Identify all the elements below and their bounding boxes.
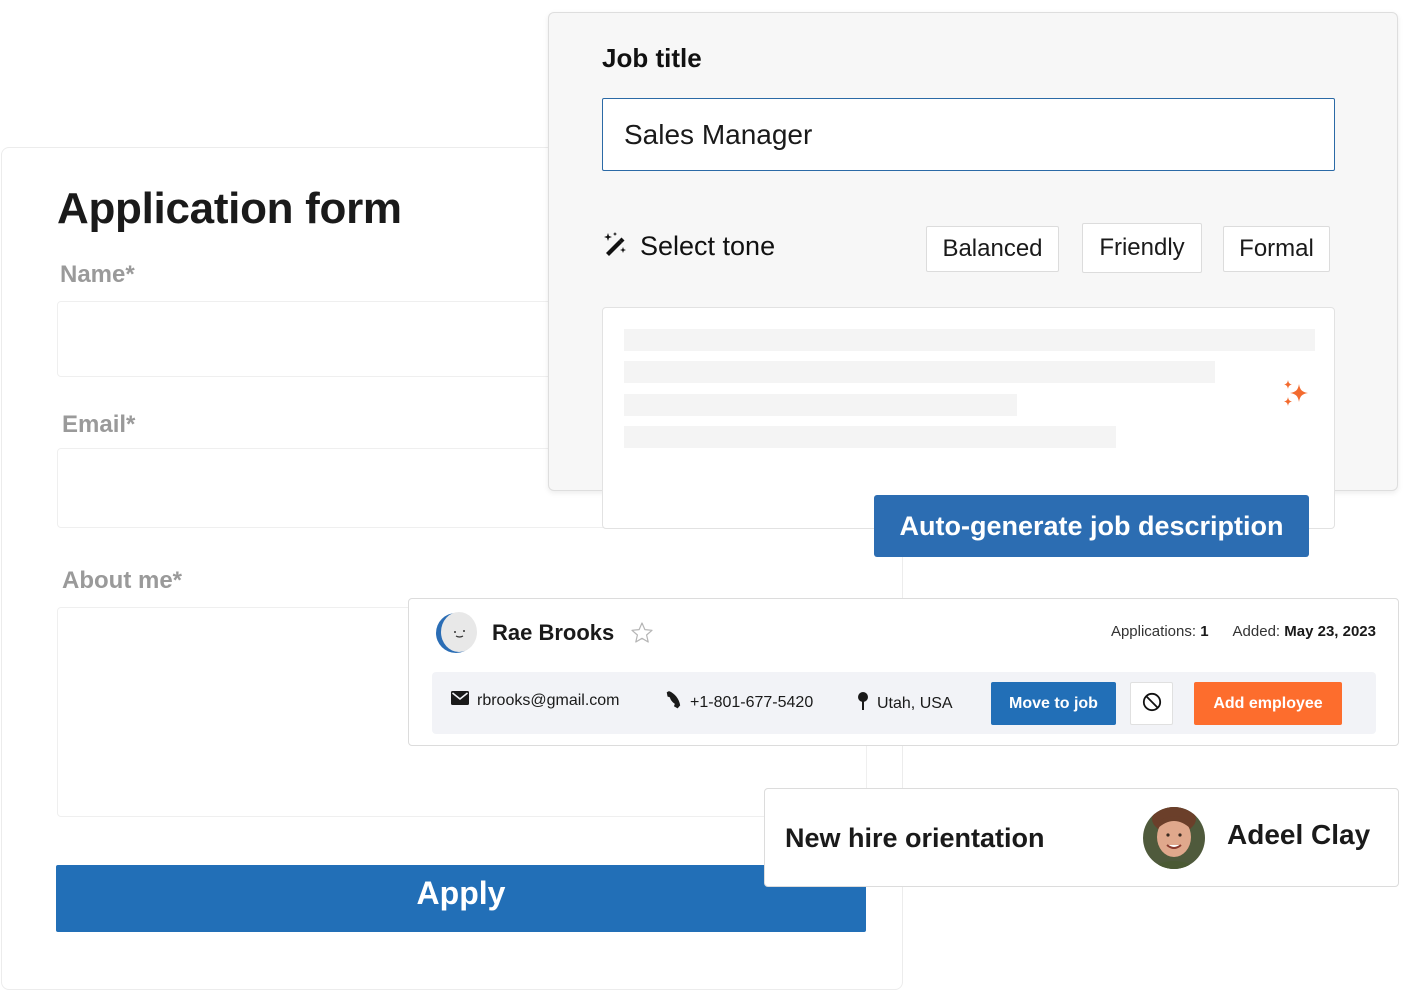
name-label: Name* xyxy=(60,261,135,288)
sparkle-icon xyxy=(1280,378,1312,410)
application-form-title: Application form xyxy=(57,184,402,233)
tone-friendly-button[interactable]: Friendly xyxy=(1082,223,1202,273)
orientation-card: New hire orientation Adeel Clay xyxy=(764,788,1399,887)
envelope-icon xyxy=(451,691,477,710)
skeleton-line xyxy=(624,394,1017,416)
candidate-name[interactable]: Rae Brooks xyxy=(492,620,614,646)
candidate-phone[interactable]: +1-801-677-5420 xyxy=(664,691,813,714)
candidate-info-bar: rbrooks@gmail.com +1-801-677-5420 Utah, … xyxy=(432,672,1376,734)
skeleton-line xyxy=(624,426,1116,448)
job-title-input[interactable] xyxy=(602,98,1335,171)
about-me-label: About me* xyxy=(62,567,182,594)
candidate-card: Rae Brooks Applications: 1 Added: May 23… xyxy=(408,598,1399,746)
candidate-location: Utah, USA xyxy=(857,691,953,716)
candidate-avatar xyxy=(435,612,477,654)
applications-count: Applications: 1 xyxy=(1110,623,1209,640)
block-icon xyxy=(1142,692,1162,715)
magic-wand-icon xyxy=(602,231,628,262)
apply-button[interactable]: Apply xyxy=(56,865,866,932)
skeleton-line xyxy=(624,329,1315,351)
person-avatar xyxy=(1143,807,1205,869)
skeleton-line xyxy=(624,361,1215,383)
phone-icon xyxy=(664,691,690,714)
added-date: Added: May 23, 2023 xyxy=(1232,623,1376,640)
person-name: Adeel Clay xyxy=(1227,819,1371,850)
job-title-label: Job title xyxy=(602,43,702,73)
star-outline-icon[interactable] xyxy=(630,621,654,645)
move-to-job-button[interactable]: Move to job xyxy=(991,682,1116,725)
email-label: Email* xyxy=(62,411,136,438)
select-tone-row: Select tone xyxy=(602,231,775,262)
orientation-title: New hire orientation xyxy=(785,823,1045,853)
select-tone-label: Select tone xyxy=(640,231,776,261)
auto-generate-description-button[interactable]: Auto-generate job description xyxy=(874,495,1309,557)
map-pin-icon xyxy=(857,691,877,716)
candidate-meta: Applications: 1 Added: May 23, 2023 xyxy=(1111,623,1376,640)
block-button[interactable] xyxy=(1130,682,1173,725)
tone-balanced-button[interactable]: Balanced xyxy=(926,226,1059,272)
add-employee-button[interactable]: Add employee xyxy=(1194,682,1342,725)
candidate-email[interactable]: rbrooks@gmail.com xyxy=(451,691,620,710)
tone-formal-button[interactable]: Formal xyxy=(1223,226,1330,272)
